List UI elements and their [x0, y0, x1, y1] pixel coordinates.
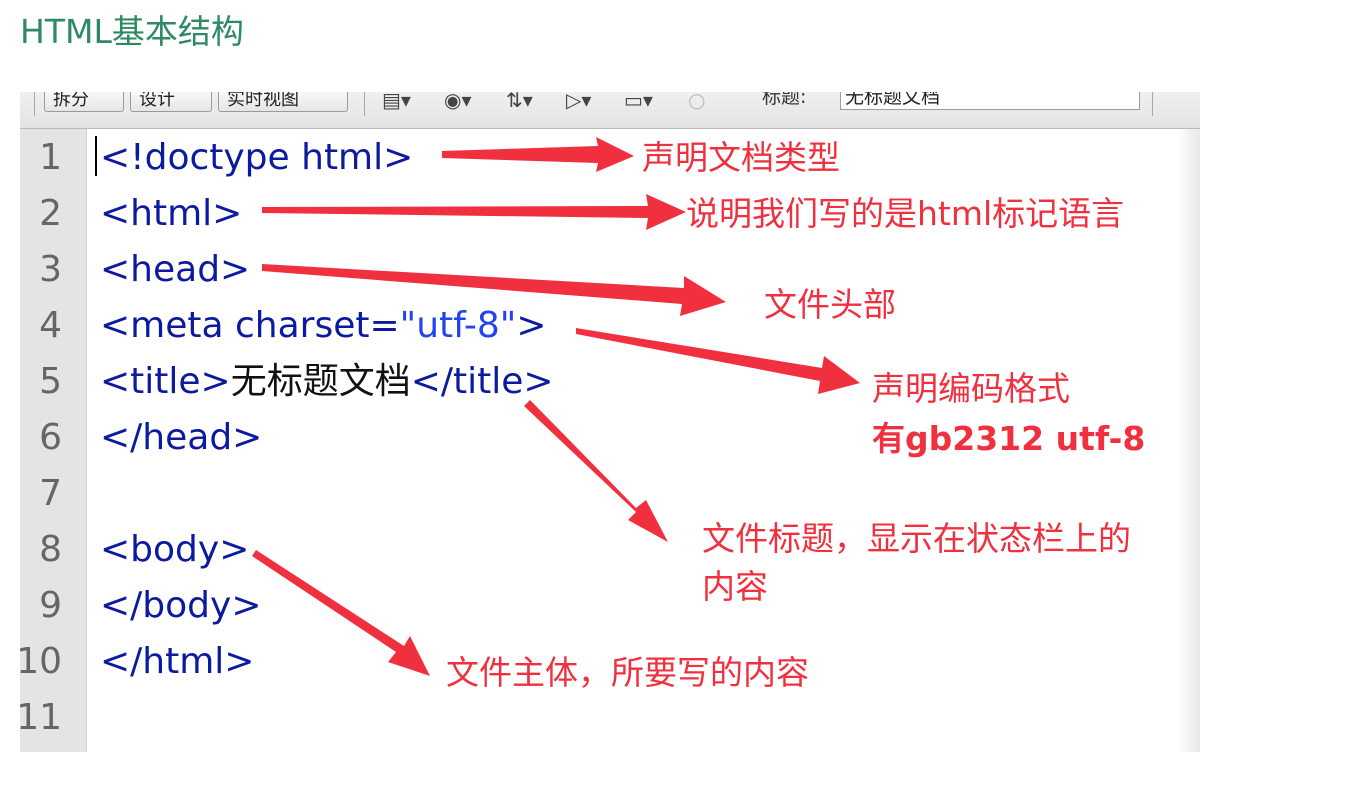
code-line[interactable]: </body>	[100, 584, 262, 628]
annotation-head: 文件头部	[764, 285, 896, 324]
split-view-button[interactable]: 拆分	[44, 92, 124, 112]
code-token: </body>	[100, 585, 262, 626]
multiscreen-icon[interactable]: ▤▾	[382, 92, 411, 112]
line-number: 10	[20, 641, 62, 682]
editor-toolbar: 拆分 设计 实时视图 ▤▾ ◉▾ ⇅▾ ▷▾ ▭▾ ○ 标题: 无标题文档	[20, 92, 1200, 129]
text-caret	[95, 136, 97, 176]
code-line[interactable]: <html>	[100, 192, 242, 236]
line-number: 7	[39, 473, 62, 514]
page-title: HTML基本结构	[20, 12, 244, 51]
code-line[interactable]: <head>	[100, 248, 250, 292]
line-number: 2	[39, 193, 62, 234]
visual-aids-icon[interactable]: ▷▾	[566, 92, 591, 112]
code-token: </head>	[100, 417, 263, 458]
code-token: </html>	[100, 641, 255, 682]
annotation-meta-detail: 有gb2312 utf-8	[872, 419, 1146, 458]
annotation-body: 文件主体，所要写的内容	[446, 653, 809, 692]
code-token: <!doctype html>	[100, 137, 414, 178]
design-view-button[interactable]: 设计	[130, 92, 212, 112]
annotation-title-cont: 内容	[702, 567, 768, 606]
code-token: <title>	[100, 361, 231, 402]
code-token: <meta charset=	[100, 305, 400, 346]
annotation-html: 说明我们写的是html标记语言	[686, 194, 1125, 233]
line-number: 6	[39, 417, 62, 458]
line-number-gutter: 1 2 3 4 5 6 7 8 9 10 11	[20, 129, 87, 752]
line-number: 3	[39, 249, 62, 290]
code-line[interactable]: <meta charset="utf-8">	[100, 304, 546, 348]
code-line[interactable]: <body>	[100, 528, 249, 572]
toolbar-separator	[34, 92, 35, 116]
line-number: 5	[39, 361, 62, 402]
annotation-doctype: 声明文档类型	[642, 138, 840, 177]
editor-edge-shade	[1178, 129, 1200, 752]
code-token: </title>	[410, 361, 554, 402]
line-number: 11	[20, 697, 62, 738]
code-line[interactable]: <!doctype html>	[100, 136, 413, 180]
code-token: <head>	[100, 249, 251, 290]
browser-preview-icon[interactable]: ◉▾	[444, 92, 472, 112]
code-line[interactable]: </html>	[100, 640, 254, 684]
toolbar-separator	[1152, 92, 1153, 116]
debug-icon[interactable]: ⇅▾	[506, 92, 533, 112]
code-token: <html>	[100, 193, 243, 234]
line-number: 4	[39, 305, 62, 346]
refresh-icon[interactable]: ○	[688, 92, 705, 112]
toolbar-separator	[364, 92, 365, 116]
line-number: 8	[39, 529, 62, 570]
title-input[interactable]: 无标题文档	[840, 92, 1140, 110]
code-token: <body>	[100, 529, 250, 570]
code-line[interactable]: </head>	[100, 416, 262, 460]
line-number: 1	[39, 137, 62, 178]
code-text: 无标题文档	[230, 361, 411, 402]
title-field-label: 标题:	[762, 92, 807, 108]
annotation-meta: 声明编码格式	[872, 369, 1070, 408]
live-view-button[interactable]: 实时视图	[218, 92, 348, 112]
code-token: >	[516, 305, 547, 346]
check-page-icon[interactable]: ▭▾	[624, 92, 653, 112]
code-string: "utf-8"	[399, 305, 517, 346]
annotation-title: 文件标题，显示在状态栏上的	[702, 519, 1131, 558]
line-number: 9	[39, 585, 62, 626]
code-line[interactable]: <title>无标题文档</title>	[100, 360, 554, 404]
